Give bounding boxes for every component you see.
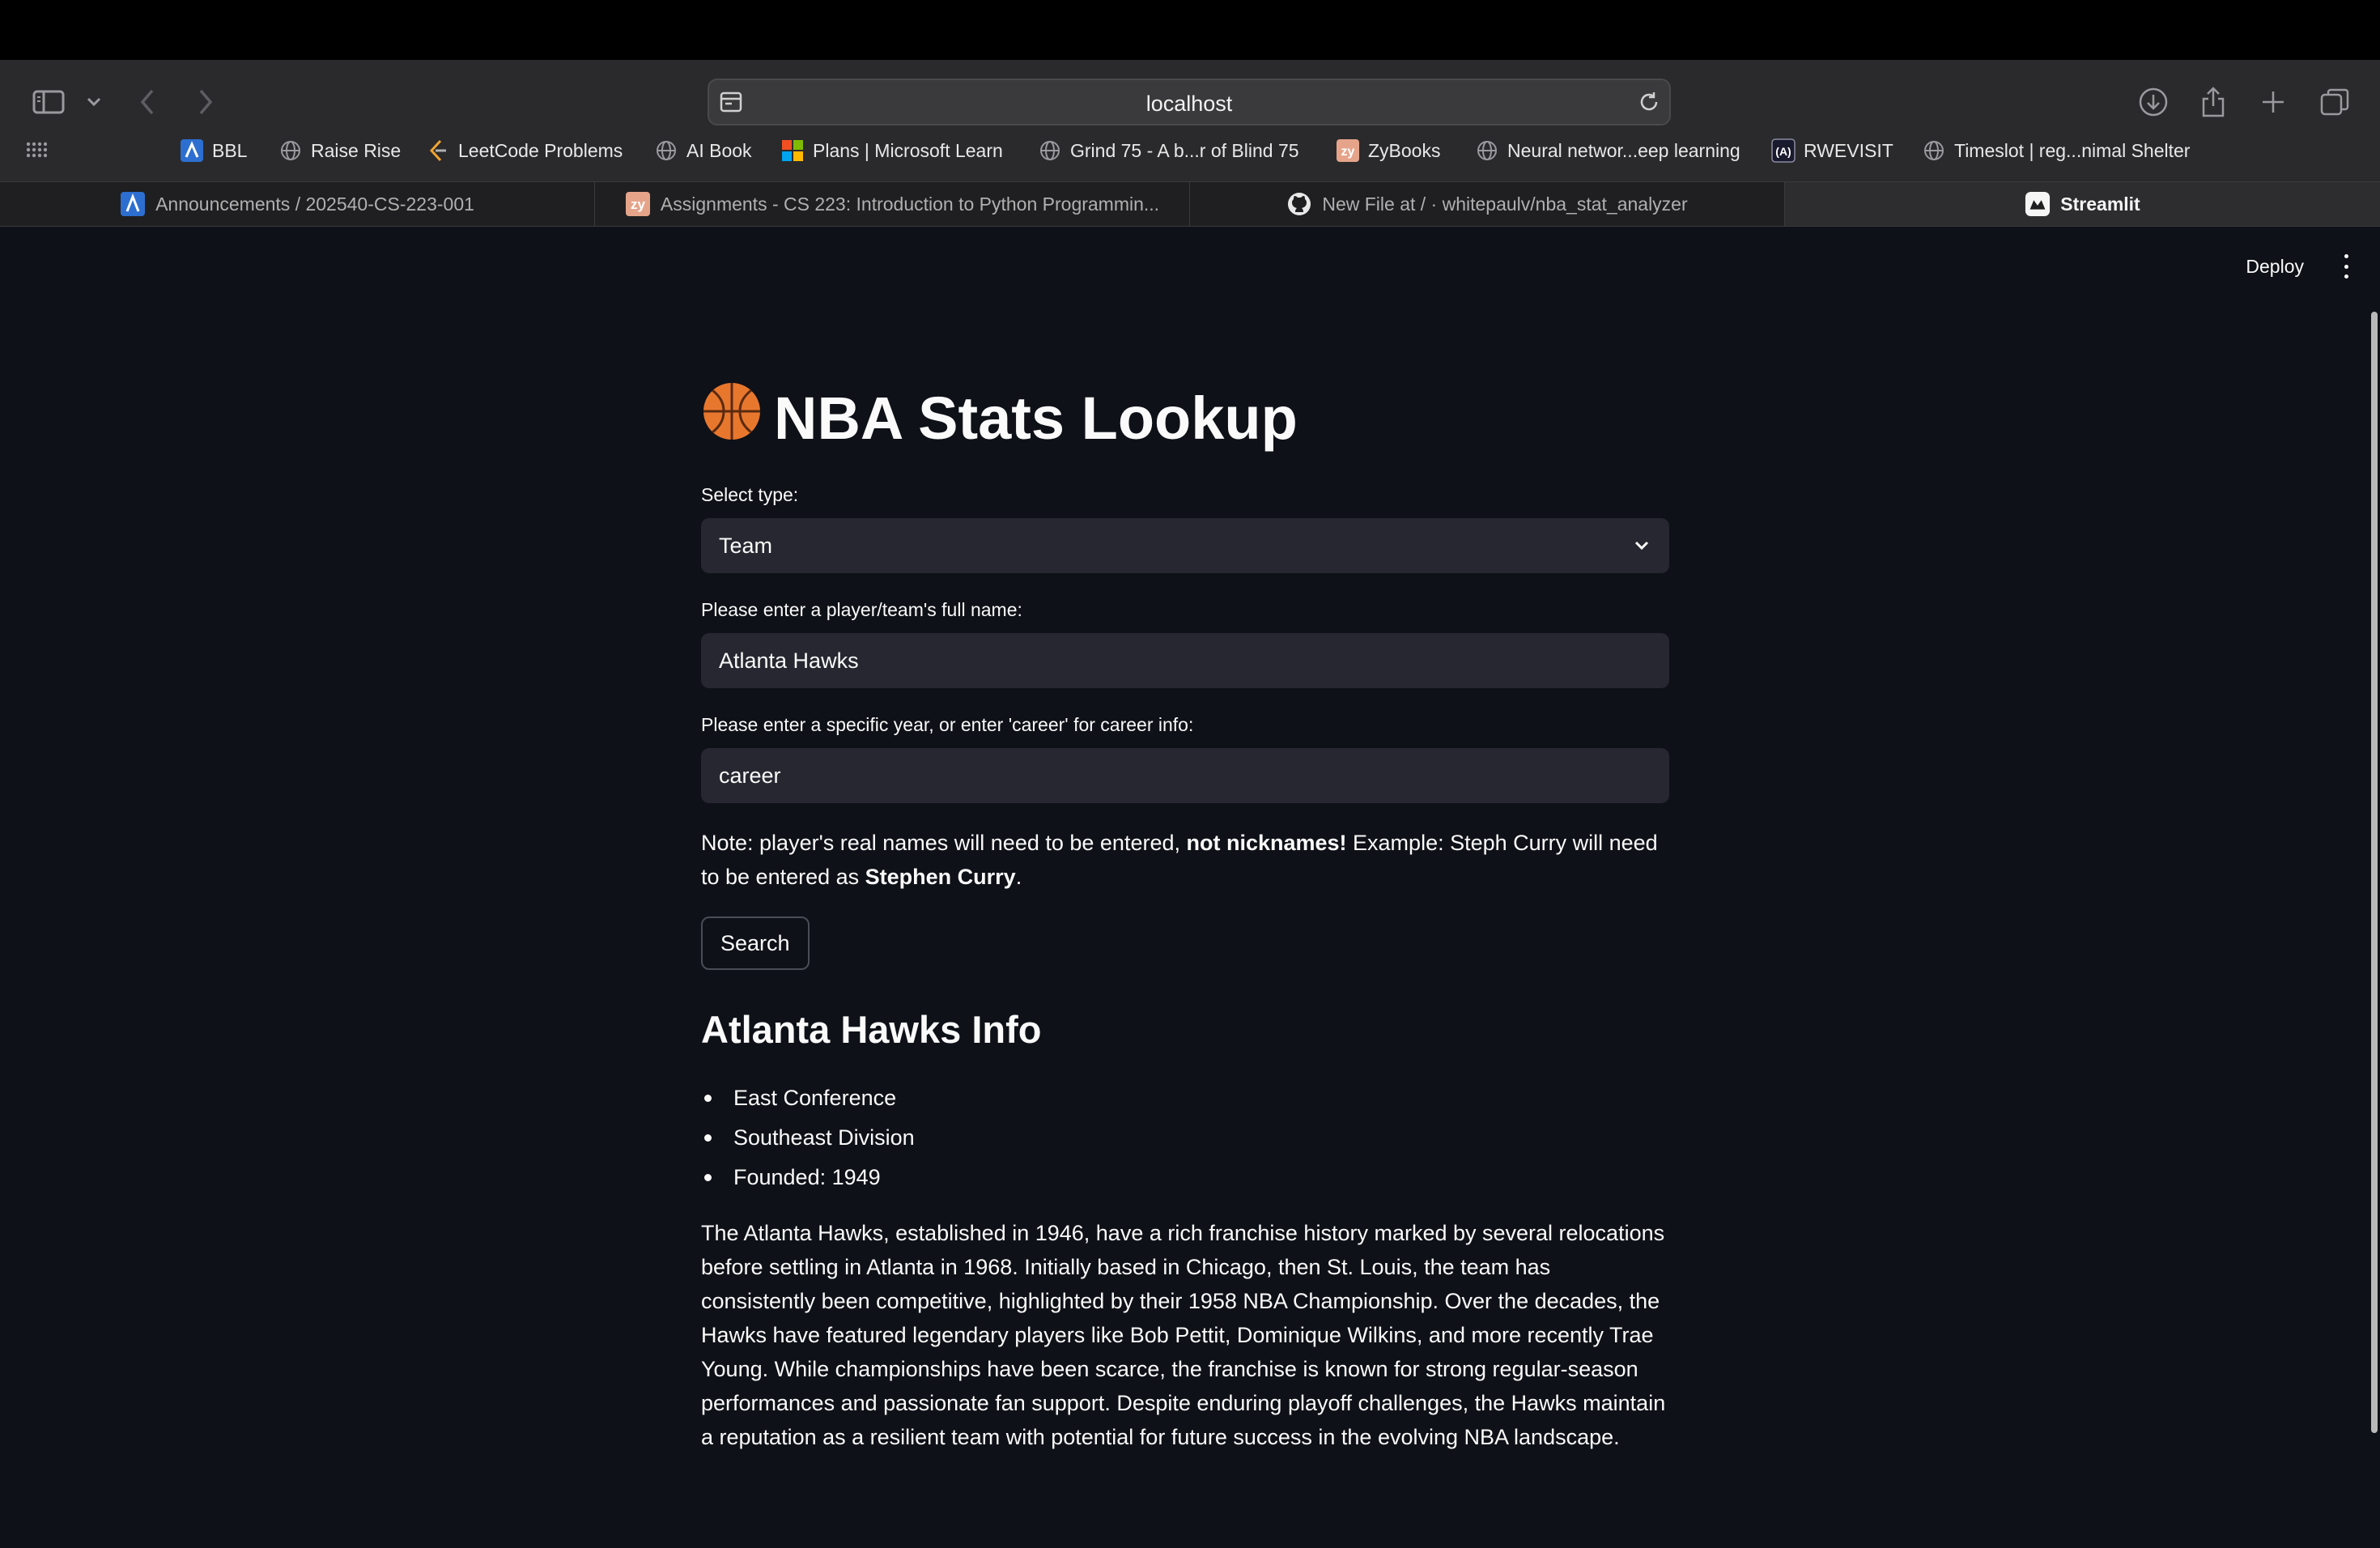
- bookmark-label: Neural networ...eep learning: [1507, 139, 1740, 161]
- name-input[interactable]: [701, 633, 1669, 688]
- bookmark-leetcode[interactable]: LeetCode Problems: [426, 134, 623, 167]
- deploy-button[interactable]: Deploy: [2246, 256, 2304, 278]
- svg-text:(A): (A): [1775, 145, 1791, 158]
- bookmark-timeslot[interactable]: Timeslot | reg...nimal Shelter: [1922, 134, 2190, 167]
- globe-icon: [1038, 138, 1062, 163]
- address-bar[interactable]: localhost: [708, 79, 1671, 125]
- bookmark-label: RWEVISIT: [1804, 139, 1893, 161]
- bookmark-rwevisit[interactable]: (A) RWEVISIT: [1771, 134, 1893, 167]
- bookmark-label: Plans | Microsoft Learn: [813, 139, 1003, 161]
- globe-icon: [1922, 138, 1946, 163]
- zybooks-icon: zy: [625, 191, 651, 217]
- type-label: Select type:: [701, 484, 799, 505]
- bookmark-label: Grind 75 - A b...r of Blind 75: [1070, 139, 1299, 161]
- main-menu-icon[interactable]: [2338, 254, 2354, 279]
- list-item: Southeast Division: [701, 1118, 915, 1158]
- url-text: localhost: [1145, 91, 1233, 116]
- title-text: NBA Stats Lookup: [774, 385, 1298, 452]
- canvas-icon: [120, 191, 146, 217]
- tab-label: Announcements / 202540-CS-223-001: [155, 193, 474, 215]
- result-heading: Atlanta Hawks Info: [701, 1008, 1042, 1051]
- bookmark-grind-75[interactable]: Grind 75 - A b...r of Blind 75: [1038, 134, 1299, 167]
- forward-icon[interactable]: [186, 83, 225, 121]
- note-part: .: [1015, 865, 1022, 889]
- note-text: Note: player's real names will need to b…: [701, 826, 1669, 894]
- type-select-value: Team: [719, 534, 773, 558]
- browser-toolbar: localhost: [0, 60, 2380, 144]
- name-label: Please enter a player/team's full name:: [701, 599, 1022, 620]
- globe-icon: [278, 138, 303, 163]
- note-emphasis: Stephen Curry: [865, 865, 1016, 889]
- bookmark-bbl[interactable]: BBL: [180, 134, 247, 167]
- chevron-down-icon: [1632, 536, 1651, 559]
- canvas-icon: [180, 138, 204, 163]
- list-item: Founded: 1949: [701, 1158, 915, 1197]
- type-select[interactable]: Team: [701, 518, 1669, 573]
- tab-github[interactable]: New File at / · whitepaulv/nba_stat_anal…: [1190, 182, 1785, 226]
- year-label: Please enter a specific year, or enter '…: [701, 714, 1194, 735]
- tab-label: New File at / · whitepaulv/nba_stat_anal…: [1322, 193, 1688, 215]
- result-list: East Conference Southeast Division Found…: [701, 1078, 915, 1197]
- globe-icon: [654, 138, 678, 163]
- leetcode-icon: [426, 138, 450, 163]
- menu-bar: [0, 0, 2380, 60]
- download-icon[interactable]: [2134, 83, 2173, 121]
- back-icon[interactable]: [128, 83, 167, 121]
- bookmark-ai-book[interactable]: AI Book: [654, 134, 752, 167]
- search-button[interactable]: Search: [701, 916, 810, 970]
- share-icon[interactable]: [2194, 83, 2233, 121]
- scrollbar-thumb[interactable]: [2371, 312, 2378, 1433]
- list-item: East Conference: [701, 1078, 915, 1118]
- tab-streamlit[interactable]: Streamlit: [1785, 182, 2380, 226]
- bookmark-label: BBL: [212, 139, 248, 161]
- bookmark-label: LeetCode Problems: [458, 139, 623, 161]
- note-part: Note: player's real names will need to b…: [701, 831, 1187, 855]
- bookmarks-bar: BBL Raise Rise LeetCode Problems AI Book…: [0, 134, 2380, 167]
- chevron-down-icon[interactable]: [74, 83, 113, 121]
- basketball-icon: [701, 381, 763, 456]
- globe-icon: [1475, 138, 1499, 163]
- browser-chrome: localhost BBL Raise Rise LeetCode Proble…: [0, 60, 2380, 181]
- year-input[interactable]: [701, 748, 1669, 803]
- svg-text:zy: zy: [1341, 145, 1355, 159]
- sidebar-toggle-icon[interactable]: [29, 83, 68, 121]
- app-grid-icon[interactable]: [26, 141, 48, 163]
- bookmark-label: ZyBooks: [1368, 139, 1441, 161]
- reload-icon[interactable]: [1637, 90, 1661, 118]
- tab-overview-icon[interactable]: [2315, 83, 2354, 121]
- tab-label: Streamlit: [2060, 193, 2140, 215]
- zybooks-icon: zy: [1336, 138, 1360, 163]
- tab-assignments[interactable]: zy Assignments - CS 223: Introduction to…: [595, 182, 1190, 226]
- bookmark-label: Raise Rise: [311, 139, 402, 161]
- new-tab-icon[interactable]: [2254, 83, 2293, 121]
- page-title: NBA Stats Lookup: [701, 381, 1298, 456]
- streamlit-app: Deploy NBA Stats Lookup Select type: Tea…: [0, 227, 2380, 1548]
- tab-label: Assignments - CS 223: Introduction to Py…: [660, 193, 1160, 215]
- result-description: The Atlanta Hawks, established in 1946, …: [701, 1221, 1666, 1449]
- svg-text:zy: zy: [631, 197, 646, 212]
- note-emphasis: not nicknames!: [1186, 831, 1347, 855]
- tab-bar: Announcements / 202540-CS-223-001 zy Ass…: [0, 181, 2380, 227]
- scrollbar[interactable]: [2370, 312, 2380, 1433]
- tab-announcements[interactable]: Announcements / 202540-CS-223-001: [0, 182, 595, 226]
- bookmark-zybooks[interactable]: zy ZyBooks: [1336, 134, 1440, 167]
- streamlit-icon: [2025, 191, 2051, 217]
- bookmark-microsoft-learn[interactable]: Plans | Microsoft Learn: [780, 134, 1003, 167]
- bookmark-neural-networks[interactable]: Neural networ...eep learning: [1475, 134, 1740, 167]
- bookmark-label: Timeslot | reg...nimal Shelter: [1954, 139, 2191, 161]
- rwevisit-icon: (A): [1771, 138, 1796, 163]
- github-icon: [1286, 191, 1312, 217]
- bookmark-raise-rise[interactable]: Raise Rise: [278, 134, 401, 167]
- microsoft-icon: [780, 138, 805, 163]
- bookmark-label: AI Book: [686, 139, 752, 161]
